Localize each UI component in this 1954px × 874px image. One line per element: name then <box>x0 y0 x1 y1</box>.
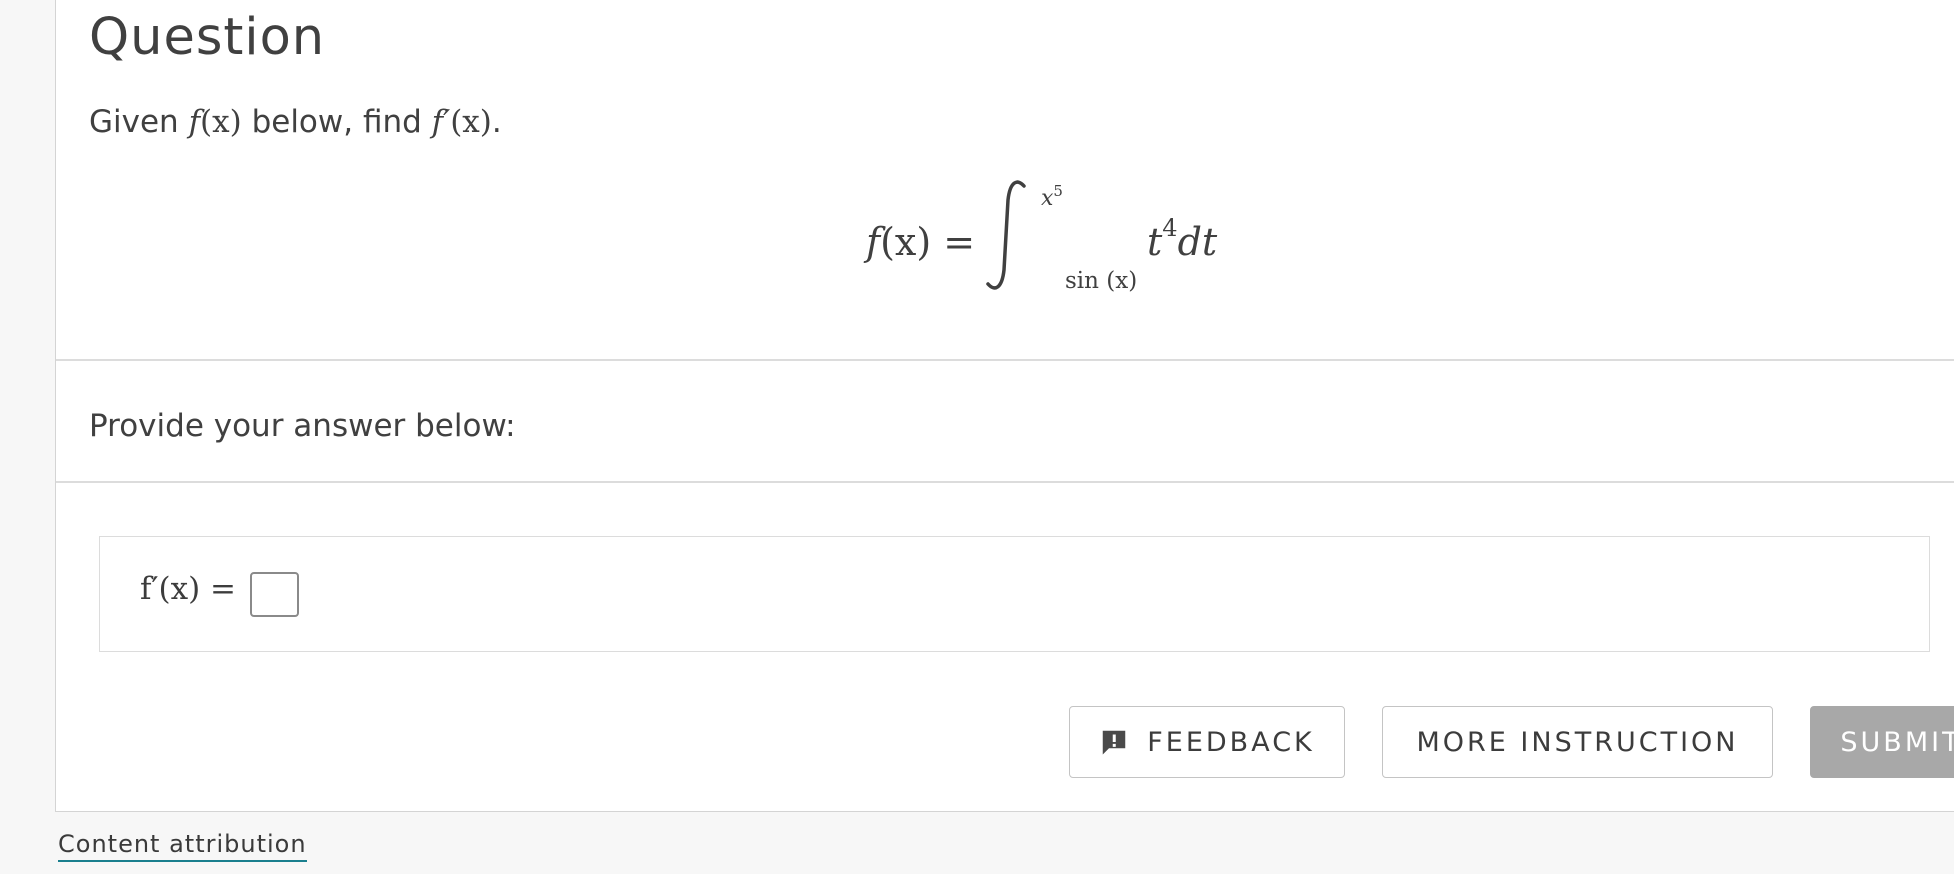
question-heading: Question <box>89 8 326 67</box>
prompt-fprime: f′ <box>431 104 451 140</box>
differential: dt <box>1177 220 1218 264</box>
integrand-base: t <box>1147 220 1163 264</box>
integrand-exp: 4 <box>1162 214 1178 242</box>
integrand: t4dt <box>1147 214 1218 264</box>
lower-limit: sin (x) <box>1065 268 1138 294</box>
answer-prompt: Provide your answer below: <box>89 408 516 444</box>
question-card: Question Given f(x) below, find f′(x). f… <box>55 0 1954 812</box>
more-instruction-button[interactable]: MORE INSTRUCTION <box>1382 706 1773 778</box>
feedback-label: FEEDBACK <box>1147 726 1315 758</box>
integral-sign-icon <box>986 180 1026 290</box>
prompt-f: f <box>188 104 201 140</box>
content-attribution-link[interactable]: Content attribution <box>58 830 307 862</box>
upper-limit-base: x <box>1041 186 1054 211</box>
section-divider <box>56 481 1954 483</box>
answer-input[interactable] <box>250 572 299 617</box>
prompt-fprime-arg: (x) <box>450 104 492 140</box>
prompt-suffix: . <box>491 104 502 140</box>
question-prompt: Given f(x) below, find f′(x). <box>89 104 502 140</box>
answer-area: f′(x) = <box>99 536 1930 652</box>
prompt-middle: below, find <box>241 104 432 140</box>
section-divider <box>56 359 1954 361</box>
upper-limit-exp: 5 <box>1053 182 1063 200</box>
prompt-fx-arg: (x) <box>200 104 242 140</box>
prompt-prefix: Given <box>89 104 189 140</box>
submit-button[interactable]: SUBMIT <box>1810 706 1954 778</box>
formula-lhs: f(x) = <box>866 220 975 264</box>
formula-lhs-arg: (x) = <box>880 220 976 264</box>
feedback-button[interactable]: FEEDBACK <box>1069 706 1345 778</box>
integral-formula: f(x) = x5 sin (x) t4dt <box>866 172 1226 302</box>
feedback-icon <box>1102 730 1126 755</box>
upper-limit: x5 <box>1041 182 1063 211</box>
answer-label: f′(x) = <box>140 571 237 607</box>
formula-lhs-f: f <box>866 220 881 264</box>
